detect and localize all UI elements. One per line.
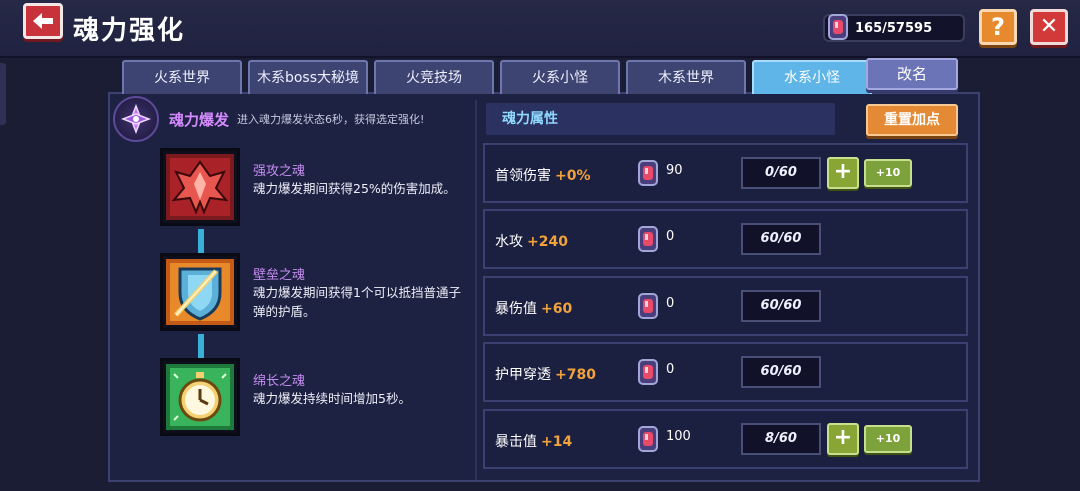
rename-button[interactable]: 改名: [866, 58, 958, 90]
attribute-row-crit-rate: 暴击值 +14 100 8/60 + +10: [483, 409, 968, 469]
soul-connector: [198, 334, 204, 358]
tab-water-minions[interactable]: 水系小怪: [752, 60, 872, 94]
attribute-row-armor-penetration: 护甲穿透 +780 0 60/60: [483, 342, 968, 402]
tab-fire-world[interactable]: 火系世界: [122, 60, 242, 94]
add-ten-points-button[interactable]: +10: [864, 159, 912, 187]
burst-description: 进入魂力爆发状态6秒，获得选定强化!: [237, 113, 425, 126]
add-point-button[interactable]: +: [827, 423, 859, 455]
soul-gem-icon: [828, 14, 848, 40]
tab-wood-boss-dungeon[interactable]: 木系boss大秘境: [248, 60, 368, 94]
reset-points-button[interactable]: 重置加点: [866, 104, 958, 136]
attribute-cost: 100: [666, 429, 691, 444]
stopwatch-icon: [166, 364, 234, 430]
attribute-row-water-attack: 水攻 +240 0 60/60: [483, 209, 968, 269]
soul-gem-icon: [638, 160, 658, 186]
soul-desc-strike: 魂力爆发期间获得25%的伤害加成。: [253, 181, 456, 196]
red-claw-icon: [166, 154, 234, 220]
currency-amount: 165/57595: [855, 20, 933, 36]
tab-wood-world[interactable]: 木系世界: [626, 60, 746, 94]
attribute-label: 水攻 +240: [495, 234, 568, 250]
attribute-row-boss-damage: 首领伤害 +0% 90 0/60 + +10: [483, 143, 968, 203]
attribute-label: 暴伤值 +60: [495, 301, 573, 317]
soul-card-endurance[interactable]: [160, 358, 240, 436]
soul-gem-icon: [638, 359, 658, 385]
soul-gem-icon: [638, 226, 658, 252]
attributes-header: 魂力属性: [486, 103, 835, 135]
tab-bar: 火系世界 木系boss大秘境 火竞技场 火系小怪 木系世界 水系小怪: [122, 60, 878, 94]
attribute-row-crit-damage: 暴伤值 +60 0 60/60: [483, 276, 968, 336]
soul-gem-icon: [638, 426, 658, 452]
page-title: 魂力强化: [73, 16, 186, 46]
attribute-label: 护甲穿透 +780: [495, 367, 596, 383]
soul-name-endurance: 绵长之魂: [253, 374, 306, 389]
attribute-level: 8/60: [741, 423, 821, 455]
soul-burst-icon: [113, 96, 159, 142]
soul-desc-endurance: 魂力爆发持续时间增加5秒。: [253, 391, 411, 406]
tab-fire-arena[interactable]: 火竞技场: [374, 60, 494, 94]
attribute-level: 0/60: [741, 157, 821, 189]
attribute-cost: 0: [666, 229, 675, 244]
back-arrow-icon: [33, 13, 53, 29]
soul-card-bulwark[interactable]: [160, 253, 240, 331]
soul-desc-bulwark: 魂力爆发期间获得1个可以抵挡普通子弹的护盾。: [253, 285, 461, 319]
soul-name-strike: 强攻之魂: [253, 164, 306, 179]
add-point-button[interactable]: +: [827, 157, 859, 189]
attribute-level: 60/60: [741, 223, 821, 255]
close-button[interactable]: ✕: [1030, 9, 1068, 45]
soul-gem-icon: [638, 293, 658, 319]
attribute-label: 首领伤害 +0%: [495, 168, 591, 184]
soul-card-strike[interactable]: [160, 148, 240, 226]
attribute-level: 60/60: [741, 356, 821, 388]
add-ten-points-button[interactable]: +10: [864, 425, 912, 453]
attribute-cost: 0: [666, 296, 675, 311]
attribute-cost: 90: [666, 163, 683, 178]
attribute-label: 暴击值 +14: [495, 434, 573, 450]
soul-name-bulwark: 壁垒之魂: [253, 268, 306, 283]
burst-title: 魂力爆发: [169, 110, 230, 129]
column-divider: [475, 100, 477, 480]
shield-sword-icon: [166, 259, 234, 325]
help-button[interactable]: ?: [979, 9, 1017, 45]
soul-connector: [198, 229, 204, 253]
tab-fire-minions[interactable]: 火系小怪: [500, 60, 620, 94]
attribute-level: 60/60: [741, 290, 821, 322]
side-handle: [0, 63, 6, 125]
soul-currency-display: 165/57595: [823, 14, 965, 42]
attribute-cost: 0: [666, 362, 675, 377]
back-button[interactable]: [23, 3, 63, 39]
burst-header: 魂力爆发 进入魂力爆发状态6秒，获得选定强化!: [113, 96, 425, 142]
